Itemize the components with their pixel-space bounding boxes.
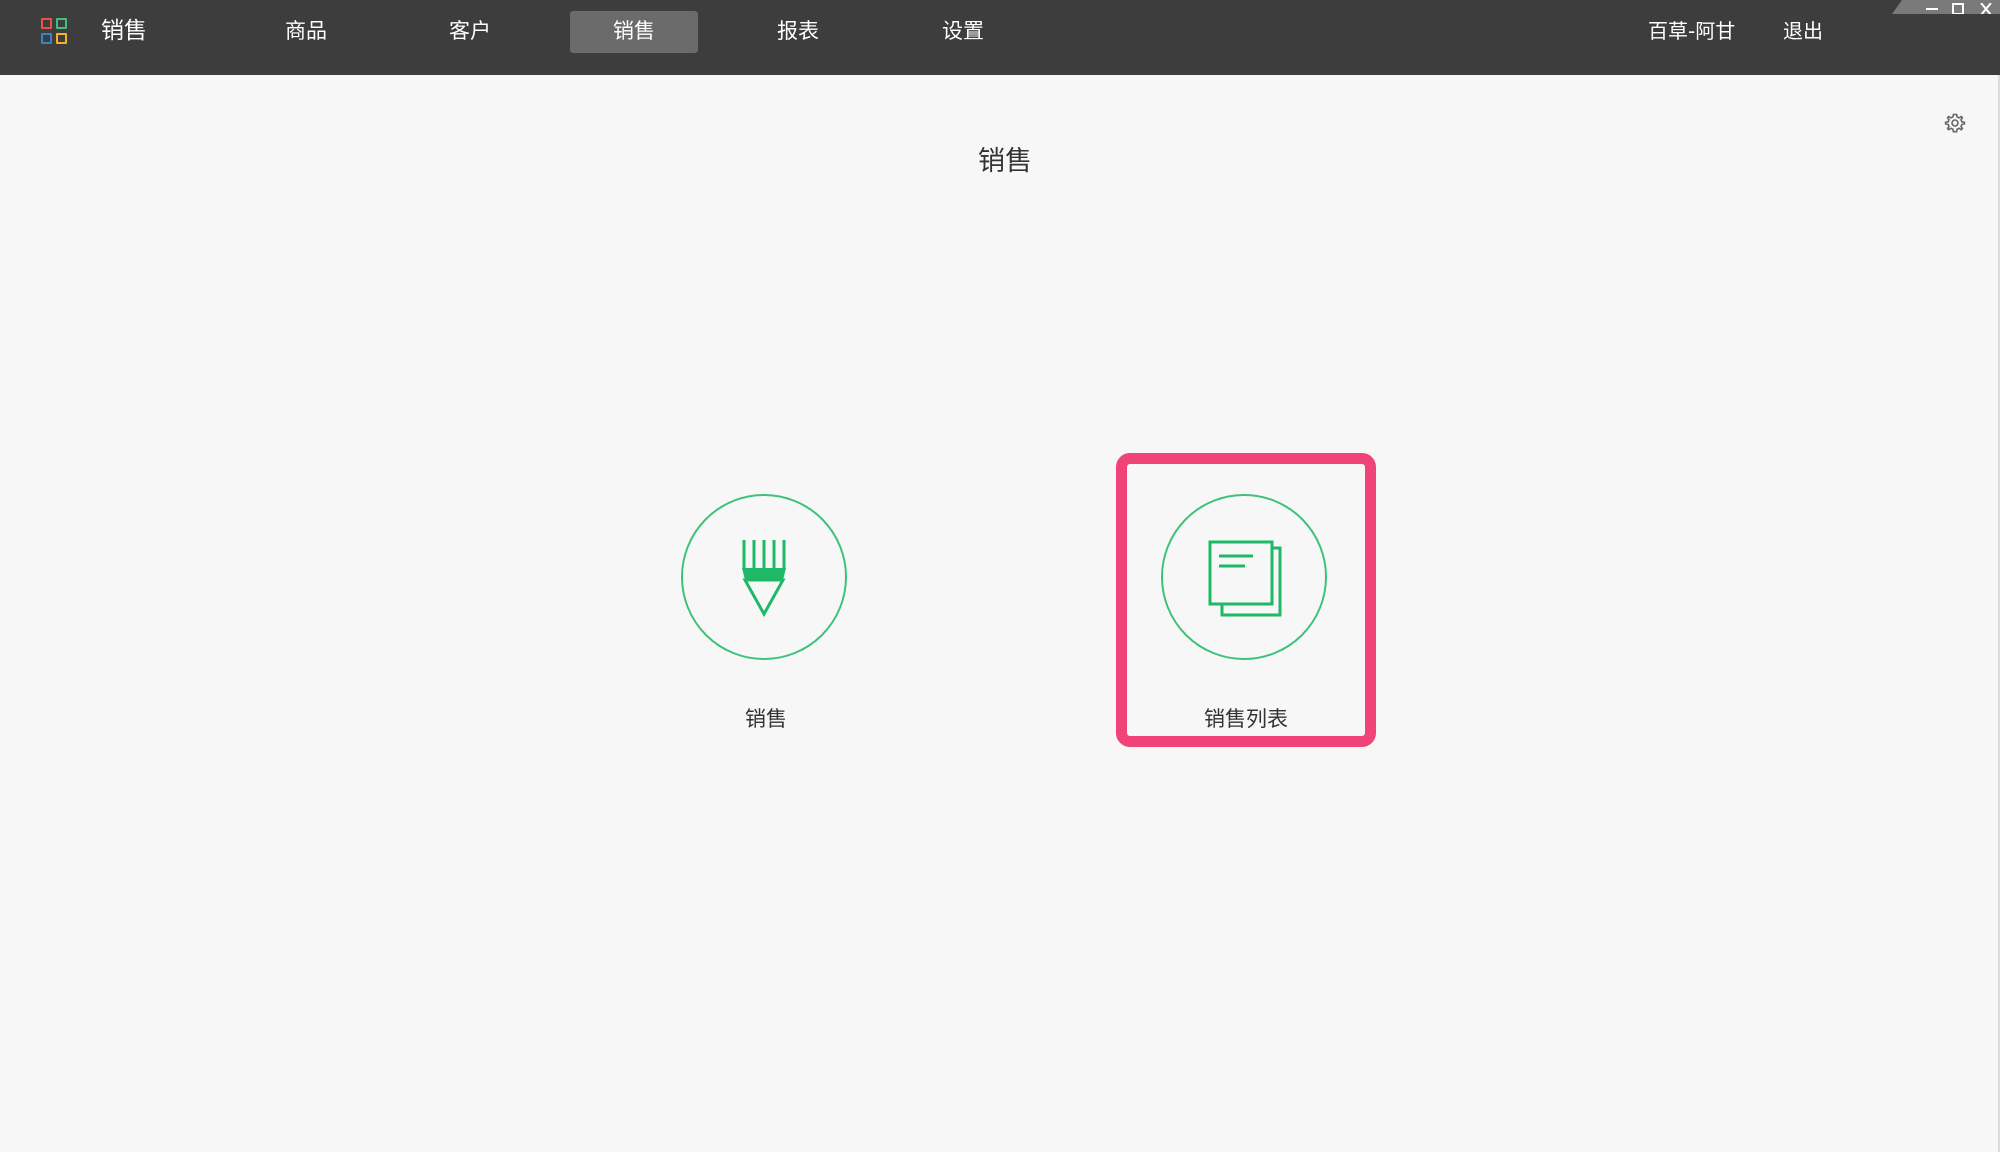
user-name[interactable]: 百草-阿甘 <box>1648 13 1735 49</box>
tile-sales-list[interactable]: 销售列表 <box>1120 456 1372 741</box>
logout-button[interactable]: 退出 <box>1783 13 1823 49</box>
tile-sales-circle <box>681 494 847 660</box>
nav-item-reports[interactable]: 报表 <box>748 11 848 53</box>
grid-apps-icon-cell-red <box>41 18 52 29</box>
nav-item-settings[interactable]: 设置 <box>913 11 1013 53</box>
main-content <box>0 75 2000 1152</box>
tile-sales[interactable]: 销售 <box>640 456 892 741</box>
minimize-icon[interactable] <box>1922 0 1942 12</box>
top-nav-bar: 销售 商品 客户 销售 报表 设置 百草-阿甘 退出 <box>0 0 2000 75</box>
gear-icon[interactable] <box>1944 112 1966 134</box>
tile-sales-list-label: 销售列表 <box>1204 707 1288 731</box>
grid-apps-icon-cell-green <box>56 18 67 29</box>
grid-apps-icon-cell-yellow <box>56 33 67 44</box>
pen-icon <box>742 540 786 618</box>
window-controls <box>1892 0 2000 14</box>
grid-apps-icon-cell-blue <box>41 33 52 44</box>
nav-item-customers[interactable]: 客户 <box>420 11 520 53</box>
app-window: 销售 商品 客户 销售 报表 设置 百草-阿甘 退出 销售 销售 销售列表 <box>0 0 2000 1152</box>
documents-icon <box>1208 540 1282 617</box>
nav-item-sales[interactable]: 销售 <box>570 11 698 53</box>
app-title: 销售 <box>101 18 147 44</box>
maximize-icon[interactable] <box>1948 0 1968 14</box>
close-icon[interactable] <box>1976 0 1996 14</box>
tile-sales-list-circle <box>1161 494 1327 660</box>
tile-sales-label: 销售 <box>745 707 787 731</box>
nav-item-products[interactable]: 商品 <box>256 11 356 53</box>
grid-apps-icon[interactable] <box>41 18 67 44</box>
page-title: 销售 <box>978 146 1032 177</box>
